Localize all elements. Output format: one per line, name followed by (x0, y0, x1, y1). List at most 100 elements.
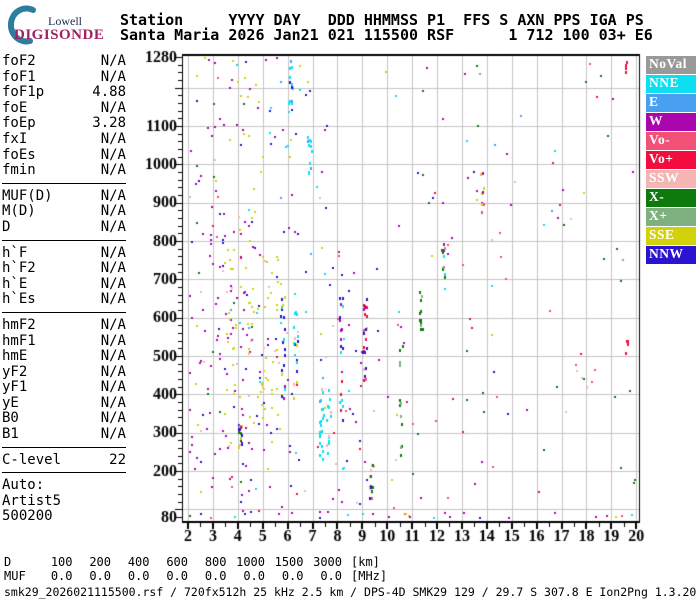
parameter-label: h`E (2, 275, 28, 292)
muf-unit: [MHz] (351, 569, 388, 583)
parameter-row-auto: Auto: (2, 478, 126, 494)
parameter-row-artist5: Artist5 (2, 492, 126, 510)
parameter-value: N/A (100, 348, 126, 365)
parameter-label: foEs (2, 146, 36, 163)
muf-value: 0.0 (281, 569, 304, 583)
parameter-row-fof2: foF2 N/A (2, 53, 126, 70)
muf-value: 0.0 (127, 569, 150, 583)
muf-row: MUF 0.0 0.0 0.0 0.0 0.0 0.0 0.0 0.0 [MHz] (4, 569, 387, 583)
parameter-label: h`Es (2, 291, 36, 308)
parameter-value: N/A (100, 316, 126, 333)
parameter-value: N/A (100, 260, 126, 277)
parameter-label: Artist5 (2, 492, 62, 509)
parameter-value: N/A (100, 426, 126, 443)
parameter-label: hmF2 (2, 316, 36, 333)
header-line-values: Santa Maria 2026 Jan21 021 115500 RSF 1 … (120, 25, 653, 44)
parameter-row-h-f: h`F N/A (2, 244, 126, 262)
muf-value: 0.0 (243, 569, 265, 583)
parameter-label: h`F2 (2, 260, 36, 277)
parameter-row-m-d: M(D) N/A (2, 204, 126, 220)
parameters-panel: foF2 N/A foF1 N/A foF1p 4.88 foE N/A foEp 3.28 fxI… (2, 53, 126, 525)
parameter-label: foE (2, 99, 28, 116)
parameter-row-fxi: fxI N/A (2, 130, 126, 148)
parameter-value: N/A (100, 130, 126, 147)
parameter-row-fof1: foF1 N/A (2, 68, 126, 86)
legend-item-ssw: SSW (646, 170, 696, 188)
parameter-row-hmf2: hmF2 N/A (2, 316, 126, 334)
d-value: 1500 (274, 555, 304, 569)
legend-item-x: X- (646, 189, 696, 207)
parameter-value: N/A (100, 53, 126, 69)
parameter-value: N/A (100, 244, 126, 261)
legend-item-nne: NNE (646, 75, 696, 93)
legend-item-e: E (646, 94, 696, 112)
legend-item-x: X+ (646, 208, 696, 226)
separator-line (2, 311, 126, 313)
muf-value: 0.0 (204, 569, 227, 583)
parameter-row-b1: B1 N/A (2, 427, 126, 443)
parameter-label: C-level (2, 451, 62, 468)
muf-value: 0.0 (166, 569, 188, 583)
parameter-row-foep: foEp 3.28 (2, 116, 126, 132)
parameter-row-500200: 500200 (2, 509, 126, 525)
parameter-label: foF1p (2, 84, 45, 101)
muf-value: 0.0 (320, 569, 342, 583)
parameter-label: hmF1 (2, 332, 36, 349)
parameter-label: foEp (2, 115, 36, 132)
logo-digisonde-text: DIGISONDE (14, 27, 105, 43)
parameter-label: B0 (2, 410, 19, 427)
parameter-label: yF2 (2, 363, 28, 380)
parameter-row-c-level: C-level 22 (2, 451, 126, 469)
parameter-row-yf1: yF1 N/A (2, 380, 126, 396)
parameter-label: yE (2, 394, 19, 411)
parameter-value: N/A (100, 291, 126, 308)
parameter-value: N/A (100, 379, 126, 396)
separator-line (2, 182, 126, 184)
lowell-digisonde-logo: Lowell DIGISONDE (6, 5, 118, 47)
parameter-label: B1 (2, 426, 19, 443)
legend-item-w: W (646, 113, 696, 131)
digisonde-ionogram-app: Lowell DIGISONDE Station YYYY DAY DDD HH… (0, 0, 700, 600)
parameter-row-yf2: yF2 N/A (2, 363, 126, 381)
parameter-value: 4.88 (92, 84, 126, 101)
parameter-row-b0: B0 N/A (2, 411, 126, 427)
parameter-value: N/A (100, 68, 126, 85)
parameter-value: N/A (100, 203, 126, 220)
parameter-value: 3.28 (92, 115, 126, 132)
parameter-value: N/A (100, 146, 126, 163)
parameter-label: MUF(D) (2, 187, 53, 204)
d-unit: [km] (351, 555, 380, 569)
parameter-value: N/A (100, 410, 126, 427)
legend-item-vo: Vo+ (646, 151, 696, 169)
parameter-value: N/A (100, 275, 126, 292)
parameter-label: hmE (2, 348, 28, 365)
d-value: 3000 (313, 555, 342, 569)
parameter-label: Auto: (2, 477, 45, 494)
d-value: 1000 (236, 555, 265, 569)
d-value: 100 (50, 555, 73, 569)
parameter-value: N/A (100, 99, 126, 116)
separator-line (2, 472, 126, 474)
parameter-row-foe: foE N/A (2, 99, 126, 117)
parameter-value: N/A (100, 218, 126, 235)
header-readout: Station YYYY DAY DDD HHMMSS P1 FFS S AXN… (120, 13, 653, 42)
parameter-row-h-e: h`E N/A (2, 275, 126, 293)
parameter-row-muf-d: MUF(D) N/A (2, 187, 126, 205)
legend-item-nnw: NNW (646, 246, 696, 264)
separator-line (2, 446, 126, 448)
separator-line (2, 239, 126, 241)
parameter-label: 500200 (2, 508, 53, 525)
parameter-label: fmin (2, 162, 36, 179)
legend-item-vo: Vo- (646, 132, 696, 150)
parameter-value: N/A (100, 187, 126, 204)
parameter-value: 22 (109, 451, 126, 468)
d-value: 800 (204, 555, 227, 569)
parameter-value: N/A (100, 332, 126, 349)
status-bar: smk29_2026021115500.rsf / 720fx512h 25 k… (4, 585, 697, 599)
parameter-row-ye: yE N/A (2, 394, 126, 412)
parameter-row-h-es: h`Es N/A (2, 292, 126, 308)
legend-item-noval: NoVal (646, 56, 696, 74)
parameter-label: h`F (2, 244, 28, 261)
echo-type-legend: NoVal NNE E W Vo- Vo+ SSW X- X+ SSE NNW (646, 56, 696, 265)
parameter-label: yF1 (2, 379, 28, 396)
